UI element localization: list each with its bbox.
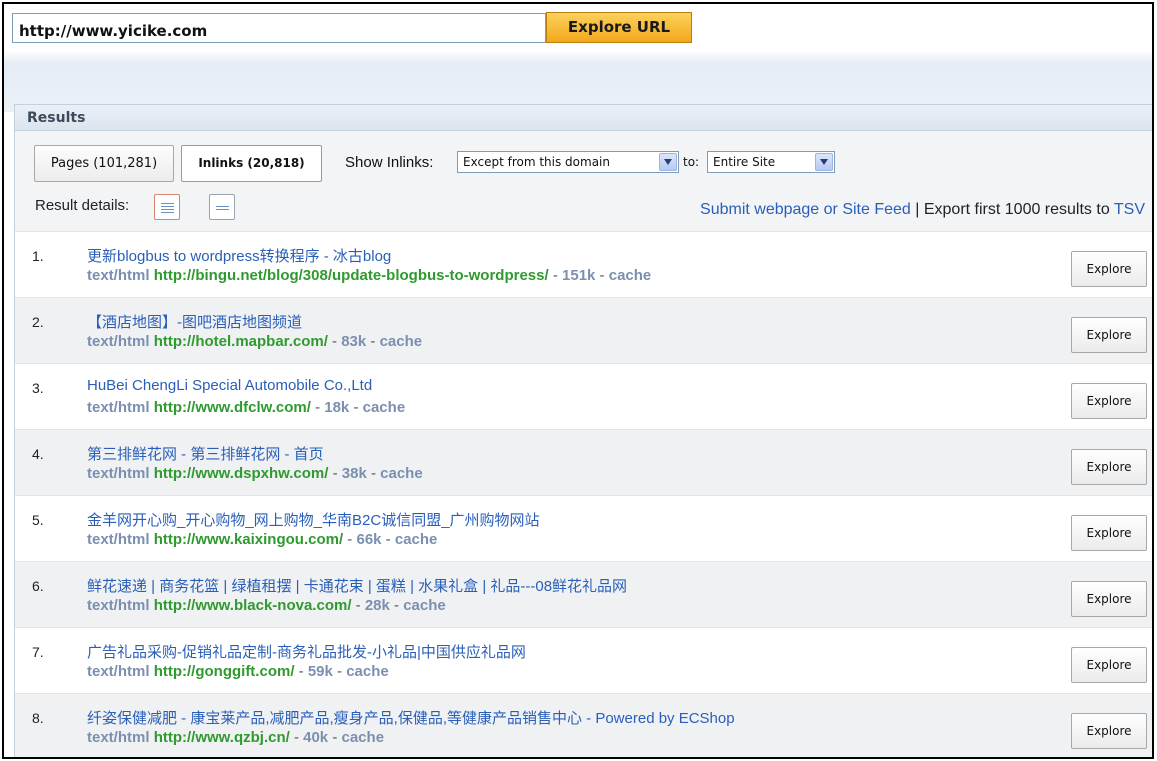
inlinks-target-select[interactable]: Entire Site xyxy=(707,151,835,173)
results-panel: Results Pages (101,281) Inlinks (20,818)… xyxy=(14,104,1152,757)
result-number: 1. xyxy=(32,248,44,264)
result-number: 7. xyxy=(32,644,44,660)
result-title-link[interactable]: 金羊网开心购_开心购物_网上购物_华南B2C诚信同盟_广州购物网站 xyxy=(87,509,540,530)
explore-button[interactable]: Explore xyxy=(1071,647,1147,683)
url-input[interactable] xyxy=(12,13,546,43)
result-url-link[interactable]: http://www.dfclw.com/ xyxy=(154,399,311,416)
result-mime: text/html xyxy=(87,267,150,284)
result-number: 6. xyxy=(32,578,44,594)
result-mime: text/html xyxy=(87,465,150,482)
result-mime: text/html xyxy=(87,531,150,548)
explore-button[interactable]: Explore xyxy=(1071,317,1147,353)
result-title-link[interactable]: 【酒店地图】-图吧酒店地图频道 xyxy=(87,311,302,332)
results-header: Results xyxy=(15,105,1152,131)
result-title-link[interactable]: 广告礼品采购-促销礼品定制-商务礼品批发-小礼品|中国供应礼品网 xyxy=(87,641,526,662)
result-meta: text/html http://gonggift.com/ - 59k - c… xyxy=(87,663,389,680)
explore-button[interactable]: Explore xyxy=(1071,251,1147,287)
list-item: 5. 金羊网开心购_开心购物_网上购物_华南B2C诚信同盟_广州购物网站 tex… xyxy=(15,495,1152,561)
result-mime: text/html xyxy=(87,333,150,350)
list-item: 4. 第三排鲜花网 - 第三排鲜花网 - 首页 text/html http:/… xyxy=(15,429,1152,495)
result-size: 59k xyxy=(307,663,333,680)
result-size: 38k xyxy=(341,465,367,482)
result-number: 2. xyxy=(32,314,44,330)
list-item: 8. 纤姿保健减肥 - 康宝莱产品,减肥产品,瘦身产品,保健品,等健康产品销售中… xyxy=(15,693,1152,757)
results-list: 1. 更新blogbus to wordpress转换程序 - 冰古blog t… xyxy=(15,231,1152,757)
result-title-link[interactable]: HuBei ChengLi Special Automobile Co.,Ltd xyxy=(87,377,372,394)
inlinks-target-value: Entire Site xyxy=(713,155,776,169)
result-actions: Submit webpage or Site Feed | Export fir… xyxy=(700,201,1145,219)
explore-button[interactable]: Explore xyxy=(1071,713,1147,749)
result-url-link[interactable]: http://gonggift.com/ xyxy=(154,663,295,680)
list-item: 6. 鲜花速递 | 商务花篮 | 绿植租摆 | 卡通花束 | 蛋糕 | 水果礼盒… xyxy=(15,561,1152,627)
result-cache-link[interactable]: cache xyxy=(342,729,385,746)
explore-button[interactable]: Explore xyxy=(1071,515,1147,551)
result-mime: text/html xyxy=(87,729,150,746)
result-title-link[interactable]: 鲜花速递 | 商务花篮 | 绿植租摆 | 卡通花束 | 蛋糕 | 水果礼盒 | … xyxy=(87,575,627,596)
app-frame: Explore URL Results Pages (101,281) Inli… xyxy=(2,2,1154,759)
result-cache-link[interactable]: cache xyxy=(363,399,406,416)
result-meta: text/html http://www.dspxhw.com/ - 38k -… xyxy=(87,465,423,482)
result-details-label: Result details: xyxy=(35,197,130,214)
list-item: 3. HuBei ChengLi Special Automobile Co.,… xyxy=(15,363,1152,429)
tab-inlinks[interactable]: Inlinks (20,818) xyxy=(181,145,322,182)
chevron-down-icon[interactable] xyxy=(815,153,833,171)
result-mime: text/html xyxy=(87,399,150,416)
to-label: to: xyxy=(683,155,700,169)
result-cache-link[interactable]: cache xyxy=(395,531,438,548)
list-item: 1. 更新blogbus to wordpress转换程序 - 冰古blog t… xyxy=(15,231,1152,297)
result-number: 5. xyxy=(32,512,44,528)
result-size: 83k xyxy=(341,333,367,350)
inlinks-source-value: Except from this domain xyxy=(463,155,610,169)
result-cache-link[interactable]: cache xyxy=(403,597,446,614)
result-title-link[interactable]: 第三排鲜花网 - 第三排鲜花网 - 首页 xyxy=(87,443,324,464)
submit-webpage-link[interactable]: Submit webpage or Site Feed xyxy=(700,201,911,218)
result-url-link[interactable]: http://bingu.net/blog/308/update-blogbus… xyxy=(154,267,549,284)
result-title-link[interactable]: 纤姿保健减肥 - 康宝莱产品,减肥产品,瘦身产品,保健品,等健康产品销售中心 -… xyxy=(87,707,735,728)
result-url-link[interactable]: http://www.black-nova.com/ xyxy=(154,597,352,614)
result-url-link[interactable]: http://www.dspxhw.com/ xyxy=(154,465,329,482)
result-title-link[interactable]: 更新blogbus to wordpress转换程序 - 冰古blog xyxy=(87,245,391,266)
explore-button[interactable]: Explore xyxy=(1071,581,1147,617)
result-meta: text/html http://www.kaixingou.com/ - 66… xyxy=(87,531,438,548)
result-cache-link[interactable]: cache xyxy=(380,465,423,482)
chevron-down-icon[interactable] xyxy=(659,153,677,171)
inlinks-source-select[interactable]: Except from this domain xyxy=(457,151,679,173)
result-url-link[interactable]: http://www.qzbj.cn/ xyxy=(154,729,290,746)
result-meta: text/html http://hotel.mapbar.com/ - 83k… xyxy=(87,333,423,350)
export-text: | Export first 1000 results to xyxy=(910,201,1114,218)
explore-button[interactable]: Explore xyxy=(1071,449,1147,485)
list-item: 2. 【酒店地图】-图吧酒店地图频道 text/html http://hote… xyxy=(15,297,1152,363)
url-bar-area: Explore URL xyxy=(4,4,1152,112)
result-size: 40k xyxy=(303,729,329,746)
result-meta: text/html http://www.black-nova.com/ - 2… xyxy=(87,597,446,614)
result-url-link[interactable]: http://www.kaixingou.com/ xyxy=(154,531,343,548)
compact-view-button[interactable] xyxy=(209,194,235,220)
result-size: 151k xyxy=(562,267,596,284)
result-mime: text/html xyxy=(87,663,150,680)
result-number: 4. xyxy=(32,446,44,462)
result-meta: text/html http://www.qzbj.cn/ - 40k - ca… xyxy=(87,729,385,746)
result-meta: text/html http://www.dfclw.com/ - 18k - … xyxy=(87,399,406,416)
result-cache-link[interactable]: cache xyxy=(609,267,652,284)
results-controls: Pages (101,281) Inlinks (20,818) Show In… xyxy=(15,131,1152,231)
list-item: 7. 广告礼品采购-促销礼品定制-商务礼品批发-小礼品|中国供应礼品网 text… xyxy=(15,627,1152,693)
explore-url-button[interactable]: Explore URL xyxy=(546,12,692,43)
result-mime: text/html xyxy=(87,597,150,614)
result-size: 28k xyxy=(364,597,390,614)
result-cache-link[interactable]: cache xyxy=(346,663,389,680)
export-tsv-link[interactable]: TSV xyxy=(1114,201,1145,218)
result-number: 8. xyxy=(32,710,44,726)
result-size: 66k xyxy=(356,531,382,548)
result-url-link[interactable]: http://hotel.mapbar.com/ xyxy=(154,333,328,350)
explore-button[interactable]: Explore xyxy=(1071,383,1147,419)
result-meta: text/html http://bingu.net/blog/308/upda… xyxy=(87,267,652,284)
detailed-view-button[interactable] xyxy=(154,194,180,220)
show-inlinks-label: Show Inlinks: xyxy=(345,154,434,171)
result-cache-link[interactable]: cache xyxy=(380,333,423,350)
result-number: 3. xyxy=(32,380,44,396)
tab-pages[interactable]: Pages (101,281) xyxy=(34,145,174,182)
result-size: 18k xyxy=(324,399,350,416)
